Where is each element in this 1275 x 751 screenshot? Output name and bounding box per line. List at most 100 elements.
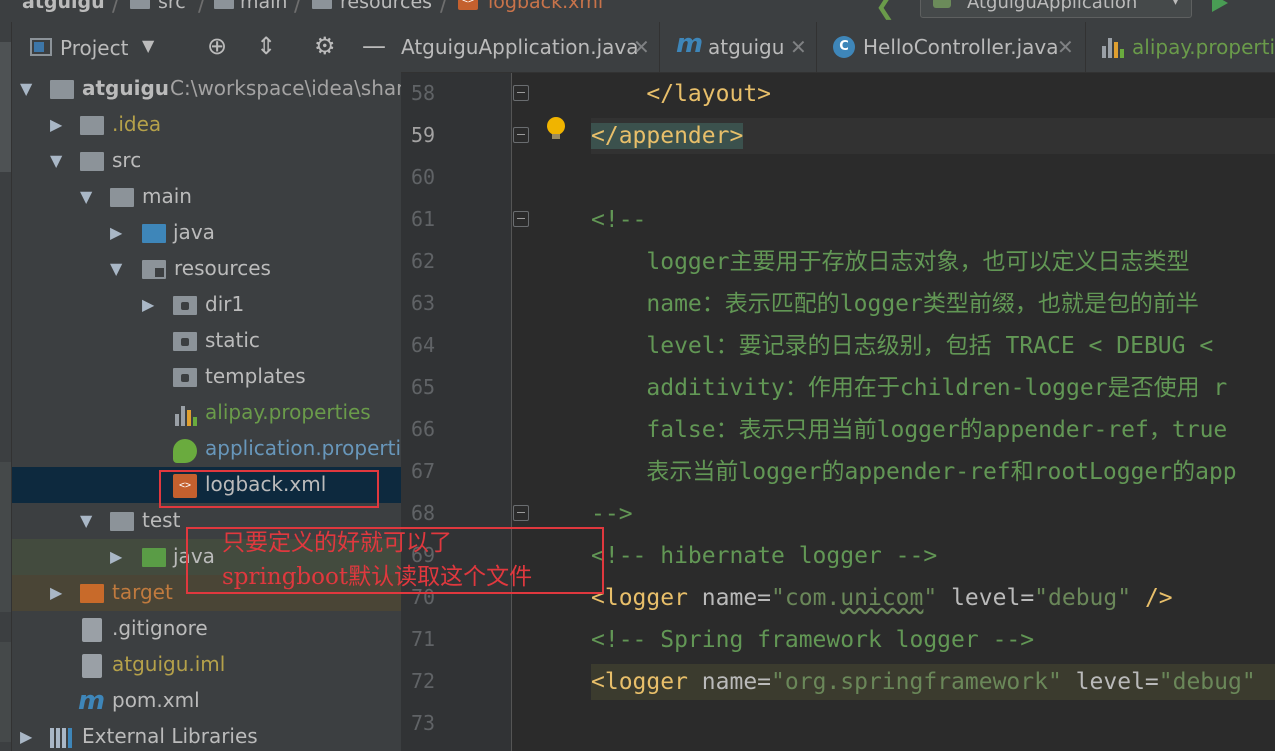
collapse-all-icon[interactable]: ⇕ xyxy=(256,32,276,60)
chevron-right-icon[interactable]: ▶ xyxy=(110,223,122,242)
line-number: 66 xyxy=(411,417,436,441)
tab-label: atguigu xyxy=(708,35,785,59)
code-token: " xyxy=(923,585,938,611)
tree-item-application-properties[interactable]: application.propertie xyxy=(12,431,401,467)
breadcrumb-src[interactable]: src xyxy=(158,0,186,13)
properties-file-icon xyxy=(175,402,197,426)
tab-atguigu-application[interactable]: AtguiguApplication.java ✕ xyxy=(401,22,660,72)
locate-file-icon[interactable]: ⊕ xyxy=(207,32,227,60)
breadcrumb-separator: / xyxy=(440,0,448,17)
run-configuration-selector[interactable]: AtguiguApplication ▾ xyxy=(920,0,1192,18)
editor-tab-bar: AtguiguApplication.java ✕ m atguigu ✕ C … xyxy=(401,22,1275,73)
close-icon[interactable]: ✕ xyxy=(633,35,650,59)
chevron-down-icon[interactable]: ▼ xyxy=(80,187,92,206)
chevron-down-icon[interactable]: ▼ xyxy=(142,36,154,55)
close-icon[interactable]: ✕ xyxy=(790,35,807,59)
tree-item-label: templates xyxy=(205,364,306,388)
tab-label: HelloController.java xyxy=(863,35,1059,59)
properties-file-icon xyxy=(1102,34,1124,58)
source-folder-icon xyxy=(142,224,166,243)
line-number: 73 xyxy=(411,711,436,735)
tree-item-label: .gitignore xyxy=(112,616,208,640)
chevron-down-icon[interactable]: ▼ xyxy=(80,511,92,530)
tree-item-label: atguigu.iml xyxy=(112,652,226,676)
favorites-tool-tab[interactable] xyxy=(0,642,11,742)
fold-marker-icon[interactable] xyxy=(513,127,529,143)
chevron-right-icon[interactable]: ▶ xyxy=(110,547,122,566)
breadcrumb-resources[interactable]: resources xyxy=(340,0,432,13)
breadcrumb-file[interactable]: logback.xml xyxy=(488,0,603,13)
structure-tool-tab[interactable] xyxy=(0,462,11,612)
chevron-down-icon[interactable]: ▼ xyxy=(20,79,32,98)
tree-item-static[interactable]: static xyxy=(12,323,401,359)
tree-item-resources[interactable]: ▼ resources xyxy=(12,251,401,287)
code-line: name：表示匹配的logger类型前缀，也就是包的前半 xyxy=(591,291,1199,317)
run-icon[interactable] xyxy=(1212,0,1228,12)
fold-marker-icon[interactable] xyxy=(513,211,529,227)
folder-icon xyxy=(173,332,197,351)
tree-item-src[interactable]: ▼ src xyxy=(12,143,401,179)
tab-hello-controller[interactable]: C HelloController.java ✕ xyxy=(817,22,1086,72)
project-panel: Project ▼ ⊕ ⇕ ⚙ — ▼ atguigu C:\workspace… xyxy=(12,22,401,751)
tree-item-atguigu-iml[interactable]: atguigu.iml xyxy=(12,647,401,683)
tree-item-label: static xyxy=(205,328,260,352)
back-arrow-icon[interactable]: ❮ xyxy=(875,0,895,20)
line-number: 71 xyxy=(411,627,436,651)
close-icon[interactable]: ✕ xyxy=(1057,35,1074,59)
maven-icon: m xyxy=(78,686,106,716)
excluded-folder-icon xyxy=(80,584,104,603)
gear-icon[interactable]: ⚙ xyxy=(314,32,336,60)
tree-item-dir1[interactable]: ▶ dir1 xyxy=(12,287,401,323)
folder-icon xyxy=(80,152,104,171)
fold-marker-icon[interactable] xyxy=(513,505,529,521)
maven-icon: m xyxy=(676,29,704,59)
tree-item-java[interactable]: ▶ java xyxy=(12,215,401,251)
tree-item-external-libraries[interactable]: ▶ External Libraries xyxy=(12,719,401,751)
tree-item-main[interactable]: ▼ main xyxy=(12,179,401,215)
fold-marker-icon[interactable] xyxy=(513,85,529,101)
breadcrumb-separator: / xyxy=(198,0,206,17)
code-line: </layout> xyxy=(591,81,772,107)
chevron-down-icon: ▾ xyxy=(1171,0,1179,9)
code-line: <logger name="org.springframework" level… xyxy=(591,664,1275,700)
annotation-text: 只要定义的好就可以了 xyxy=(222,530,452,556)
hide-panel-icon[interactable]: — xyxy=(362,32,386,60)
tree-item-project-root[interactable]: ▼ atguigu C:\workspace\idea\shang xyxy=(12,71,401,107)
code-token: <logger xyxy=(591,585,688,611)
tree-item-alipay-properties[interactable]: alipay.properties xyxy=(12,395,401,431)
chevron-right-icon[interactable]: ▶ xyxy=(20,727,32,746)
code-line-current: </appender> xyxy=(591,118,1275,154)
folder-icon xyxy=(130,0,150,9)
resources-folder-icon xyxy=(312,0,332,9)
tree-item-gitignore[interactable]: .gitignore xyxy=(12,611,401,647)
project-tool-tab[interactable] xyxy=(0,42,11,172)
tree-item-templates[interactable]: templates xyxy=(12,359,401,395)
chevron-right-icon[interactable]: ▶ xyxy=(50,115,62,134)
breadcrumb-main[interactable]: main xyxy=(240,0,287,13)
lightbulb-icon[interactable] xyxy=(547,117,565,139)
tree-item-pom-xml[interactable]: m pom.xml xyxy=(12,683,401,719)
chevron-down-icon[interactable]: ▼ xyxy=(50,151,62,170)
folder-icon xyxy=(110,188,134,207)
chevron-right-icon[interactable]: ▶ xyxy=(142,295,154,314)
chevron-right-icon[interactable]: ▶ xyxy=(50,583,62,602)
tab-alipay-properties[interactable]: alipay.propertie xyxy=(1086,22,1275,72)
tab-atguigu-pom[interactable]: m atguigu ✕ xyxy=(660,22,817,72)
chevron-down-icon[interactable]: ▼ xyxy=(110,259,122,278)
tree-item-label: dir1 xyxy=(205,292,245,316)
code-editor[interactable]: 58 59 60 61 62 63 64 65 66 67 68 69 70 7… xyxy=(401,73,1275,751)
project-panel-header: Project ▼ ⊕ ⇕ ⚙ — xyxy=(12,22,401,72)
project-panel-title[interactable]: Project xyxy=(60,36,128,60)
navigation-bar: atguigu / src / main / resources / <> lo… xyxy=(0,0,1275,23)
libraries-icon xyxy=(50,728,76,748)
module-folder-icon xyxy=(50,80,74,99)
spring-app-icon xyxy=(933,0,951,8)
line-number: 64 xyxy=(411,333,436,357)
tree-item-idea[interactable]: ▶ .idea xyxy=(12,107,401,143)
breadcrumb-project[interactable]: atguigu xyxy=(22,0,105,13)
test-folder-icon xyxy=(142,548,166,567)
code-token: "org.springframework" xyxy=(771,669,1062,695)
code-token: </appender> xyxy=(591,123,744,149)
tree-item-label: resources xyxy=(174,256,271,280)
tab-label: AtguiguApplication.java xyxy=(401,35,639,59)
